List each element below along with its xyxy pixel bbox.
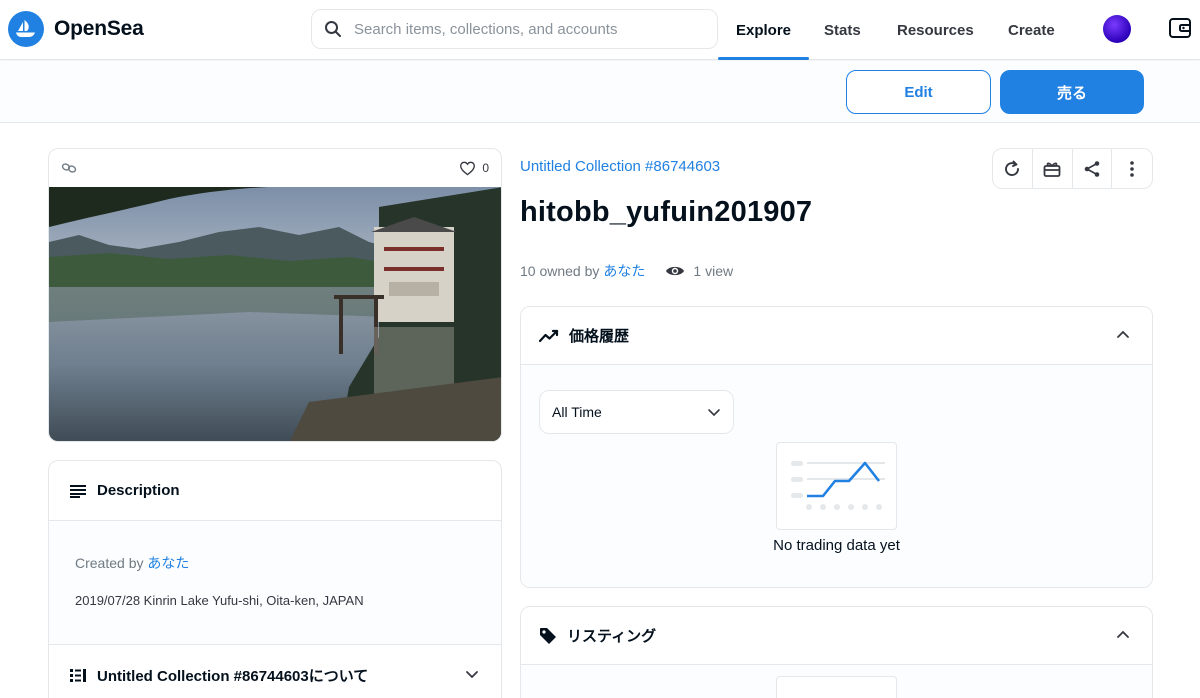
top-navbar: OpenSea Explore Stats Resources Create xyxy=(0,0,1200,60)
more-options-button[interactable] xyxy=(1112,149,1152,188)
item-title: hitobb_yufuin201907 xyxy=(520,196,813,228)
description-header[interactable]: Description xyxy=(49,461,501,521)
created-by-line: Created by あなた xyxy=(75,553,475,573)
chevron-down-icon xyxy=(466,671,478,679)
favorite-button[interactable]: 0 xyxy=(459,161,489,176)
edit-button[interactable]: Edit xyxy=(846,70,991,114)
share-button[interactable] xyxy=(1073,149,1113,188)
owner-action-bar: Edit 売る xyxy=(0,61,1200,123)
refresh-button[interactable] xyxy=(993,149,1033,188)
transfer-gift-button[interactable] xyxy=(1033,149,1073,188)
no-data-message: No trading data yet xyxy=(773,537,900,554)
price-history-panel: 価格履歴 All Time No trading data yet xyxy=(520,306,1153,588)
tag-icon xyxy=(540,627,556,644)
listings-panel: リスティング xyxy=(520,606,1153,698)
listings-title: リスティング xyxy=(567,628,657,645)
created-by-prefix: Created by xyxy=(75,555,144,571)
owned-prefix: 10 owned by xyxy=(520,263,600,279)
heart-icon xyxy=(460,161,476,176)
description-panel: Description Created by あなた 2019/07/28 Ki… xyxy=(48,460,502,698)
listings-header[interactable]: リスティング xyxy=(521,607,1152,665)
nav-create[interactable]: Create xyxy=(1008,0,1055,60)
opensea-logo-icon xyxy=(8,11,44,47)
chevron-down-icon xyxy=(708,409,720,417)
creator-link[interactable]: あなた xyxy=(147,555,189,571)
image-card-header: 0 xyxy=(49,149,501,187)
description-body: Created by あなた 2019/07/28 Kinrin Lake Yu… xyxy=(49,521,501,645)
wallet-icon[interactable] xyxy=(1168,16,1192,45)
search-input[interactable] xyxy=(354,20,684,38)
view-count: 1 view xyxy=(665,263,733,279)
price-history-header[interactable]: 価格履歴 xyxy=(521,307,1152,365)
nav-stats[interactable]: Stats xyxy=(824,0,861,60)
owner-link[interactable]: あなた xyxy=(603,261,645,281)
about-collection-title: Untitled Collection #86744603について xyxy=(97,667,369,685)
search-icon xyxy=(325,21,341,37)
brand-logo[interactable]: OpenSea xyxy=(8,11,144,47)
collection-list-icon xyxy=(70,668,86,682)
item-toolbar xyxy=(992,148,1153,189)
collection-link[interactable]: Untitled Collection #86744603 xyxy=(520,158,720,175)
text-lines-icon xyxy=(70,484,86,498)
description-title: Description xyxy=(97,482,180,499)
nav-resources[interactable]: Resources xyxy=(897,0,974,60)
about-collection-header[interactable]: Untitled Collection #86744603について xyxy=(49,645,501,698)
price-history-title: 価格履歴 xyxy=(569,328,630,345)
item-photo[interactable] xyxy=(49,187,502,442)
time-range-select[interactable]: All Time xyxy=(539,390,734,434)
search-bar[interactable] xyxy=(311,9,718,49)
brand-name: OpenSea xyxy=(54,17,144,40)
eye-icon xyxy=(666,266,685,276)
price-history-body: All Time No trading data yet xyxy=(521,365,1152,587)
empty-chart-illustration xyxy=(776,442,897,530)
item-image-card: 0 xyxy=(48,148,502,442)
profile-avatar[interactable] xyxy=(1103,15,1131,43)
chevron-up-icon xyxy=(1117,330,1129,338)
time-range-value: All Time xyxy=(552,404,602,420)
sell-button[interactable]: 売る xyxy=(1000,70,1144,114)
favorite-count: 0 xyxy=(482,161,489,175)
chevron-up-icon xyxy=(1117,630,1129,638)
more-vertical-icon xyxy=(1130,160,1134,177)
listings-empty-illustration xyxy=(776,676,897,698)
chain-link-icon xyxy=(61,163,77,173)
refresh-icon xyxy=(1005,160,1020,176)
trend-line-icon xyxy=(539,329,559,342)
share-icon xyxy=(1084,160,1100,177)
description-text: 2019/07/28 Kinrin Lake Yufu-shi, Oita-ke… xyxy=(75,593,364,608)
nav-explore[interactable]: Explore xyxy=(717,0,810,60)
ownership-line: 10 owned by あなた 1 view xyxy=(520,261,733,281)
gift-icon xyxy=(1043,162,1061,177)
listings-body xyxy=(521,665,1152,698)
views-label: 1 view xyxy=(693,263,734,279)
